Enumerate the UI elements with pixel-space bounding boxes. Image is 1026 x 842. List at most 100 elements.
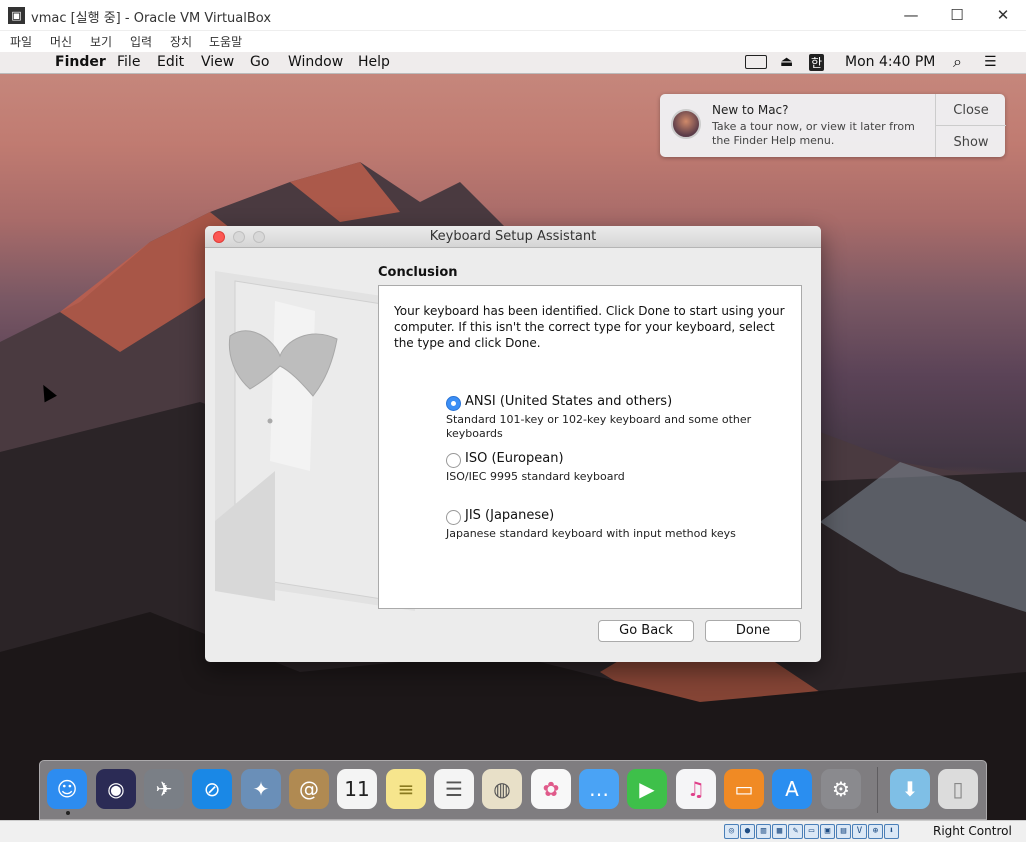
dock-siri-icon[interactable]: ◉ (96, 769, 136, 809)
menu-view[interactable]: 보기 (90, 33, 112, 50)
reminders-glyph: ☰ (445, 777, 463, 801)
menubar-view[interactable]: View (201, 54, 234, 70)
virtualbox-menubar: 파일 머신 보기 입력 장치 도움말 (0, 31, 1026, 52)
display-status-icon[interactable]: ▣ (820, 824, 835, 839)
dock-system-preferences-icon[interactable]: ⚙ (821, 769, 861, 809)
virtualbox-logo-icon: ▣ (8, 7, 25, 24)
notification-center-icon[interactable]: ☰ (984, 54, 997, 70)
dock-preview-icon[interactable]: ✦ (241, 769, 281, 809)
dialog-title: Keyboard Setup Assistant (429, 229, 597, 244)
menu-file[interactable]: 파일 (10, 33, 32, 50)
dock-facetime-icon[interactable]: ▶ (627, 769, 667, 809)
notification-show-button[interactable]: Show (936, 135, 1006, 150)
close-window-button[interactable]: ✕ (980, 0, 1026, 31)
minimize-button[interactable]: — (888, 0, 934, 31)
menubar-edit[interactable]: Edit (157, 54, 184, 70)
dock-messages-icon[interactable]: … (579, 769, 619, 809)
dock-appstore-icon[interactable]: A (772, 769, 812, 809)
downloads-glyph: ⬇ (901, 777, 919, 801)
siri-glyph: ◉ (107, 777, 125, 801)
dock-launchpad-icon[interactable]: ✈ (144, 769, 184, 809)
menubar-window[interactable]: Window (288, 54, 343, 70)
dock-photos-icon[interactable]: ✿ (531, 769, 571, 809)
notification-divider (936, 125, 1006, 126)
virtualization-status-icon[interactable]: V (852, 824, 867, 839)
ansi-radio[interactable] (446, 396, 461, 411)
iso-description: ISO/IEC 9995 standard keyboard (446, 470, 625, 483)
dock-safari-icon[interactable]: ⊘ (192, 769, 232, 809)
dock-reminders-icon[interactable]: ☰ (434, 769, 474, 809)
finder-running-indicator (66, 811, 70, 815)
dock-itunes-icon[interactable]: ♫ (676, 769, 716, 809)
preview-glyph: ✦ (252, 777, 270, 801)
dialog-titlebar: Keyboard Setup Assistant (205, 226, 821, 248)
appstore-glyph: A (785, 777, 799, 801)
maximize-button[interactable]: ☐ (934, 0, 980, 31)
photos-glyph: ✿ (542, 777, 560, 801)
done-button[interactable]: Done (705, 620, 801, 642)
facetime-glyph: ▶ (639, 777, 655, 801)
dock-contacts-icon[interactable]: @ (289, 769, 329, 809)
virtualbox-titlebar: ▣ vmac [실행 중] - Oracle VM VirtualBox — ☐… (0, 0, 1026, 31)
notification-body: Take a tour now, or view it later from t… (712, 120, 915, 147)
menu-input[interactable]: 입력 (130, 33, 152, 50)
mouse-integration-status-icon[interactable]: ⊕ (868, 824, 883, 839)
jis-label[interactable]: JIS (Japanese) (465, 508, 554, 523)
photobooth-glyph: ◍ (493, 777, 511, 801)
menu-machine[interactable]: 머신 (50, 33, 72, 50)
menubar-file[interactable]: File (117, 54, 140, 70)
network-status-icon[interactable]: ▦ (772, 824, 787, 839)
input-source-icon[interactable]: 한 (809, 54, 825, 71)
iso-label[interactable]: ISO (European) (465, 451, 564, 466)
dock-downloads-folder-icon[interactable]: ⬇ (890, 769, 930, 809)
device-status-icons: ◎ ● ▥ ▦ ✎ ▭ ▣ ▤ V ⊕ ⬇ (724, 824, 899, 839)
iso-radio[interactable] (446, 453, 461, 468)
new-to-mac-notification[interactable]: New to Mac? Take a tour now, or view it … (660, 94, 1006, 157)
menubar-go[interactable]: Go (250, 54, 269, 70)
system-preferences-glyph: ⚙ (832, 777, 850, 801)
spotlight-search-icon[interactable]: ⌕ (953, 52, 962, 72)
trash-glyph: ▯ (952, 777, 964, 801)
notes-glyph: ≡ (397, 777, 415, 801)
menubar-app-finder[interactable]: Finder (55, 54, 106, 70)
eject-icon[interactable]: ⏏ (780, 54, 793, 70)
jis-description: Japanese standard keyboard with input me… (446, 527, 736, 540)
menubar-clock[interactable]: Mon 4:40 PM (845, 54, 935, 70)
dock-trash-icon[interactable]: ▯ (938, 769, 978, 809)
launchpad-glyph: ✈ (155, 777, 173, 801)
hard-disk-status-icon[interactable]: ◎ (724, 824, 739, 839)
contacts-glyph: @ (299, 777, 319, 801)
go-back-button[interactable]: Go Back (598, 620, 694, 642)
notification-actions: Close Show (935, 94, 1006, 157)
menubar-help[interactable]: Help (358, 54, 390, 70)
ibooks-glyph: ▭ (734, 777, 754, 801)
optical-drive-status-icon[interactable]: ● (740, 824, 755, 839)
shared-folders-status-icon[interactable]: ▭ (804, 824, 819, 839)
messages-glyph: … (589, 777, 609, 801)
usb-status-icon[interactable]: ✎ (788, 824, 803, 839)
dock-photobooth-icon[interactable]: ◍ (482, 769, 522, 809)
dock-notes-icon[interactable]: ≡ (386, 769, 426, 809)
audio-status-icon[interactable]: ▥ (756, 824, 771, 839)
keyboard-setup-dialog: Keyboard Setup Assistant Conclusion Your… (205, 226, 821, 662)
menu-help[interactable]: 도움말 (209, 33, 242, 50)
jis-radio[interactable] (446, 510, 461, 525)
display-mirroring-icon[interactable] (745, 55, 767, 69)
keyboard-capture-status-icon[interactable]: ⬇ (884, 824, 899, 839)
menu-devices[interactable]: 장치 (170, 33, 192, 50)
notification-title: New to Mac? (712, 103, 789, 117)
dock-finder-icon[interactable]: ☺ (47, 769, 87, 809)
itunes-glyph: ♫ (687, 777, 705, 801)
virtualbox-statusbar: ◎ ● ▥ ▦ ✎ ▭ ▣ ▤ V ⊕ ⬇ Right Control (0, 820, 1026, 842)
video-capture-status-icon[interactable]: ▤ (836, 824, 851, 839)
safari-glyph: ⊘ (203, 777, 221, 801)
macos-menubar: Finder File Edit View Go Window Help ⏏ 한… (0, 52, 1026, 74)
dock-calendar-icon[interactable]: 11 (337, 769, 377, 809)
conclusion-heading: Conclusion (378, 265, 458, 280)
ansi-label[interactable]: ANSI (United States and others) (465, 394, 672, 409)
notification-close-button[interactable]: Close (936, 103, 1006, 118)
calendar-glyph: 11 (344, 777, 370, 801)
ansi-description: Standard 101-key or 102-key keyboard and… (446, 413, 752, 440)
guest-screen[interactable]: Finder File Edit View Go Window Help ⏏ 한… (0, 52, 1026, 820)
dock-ibooks-icon[interactable]: ▭ (724, 769, 764, 809)
